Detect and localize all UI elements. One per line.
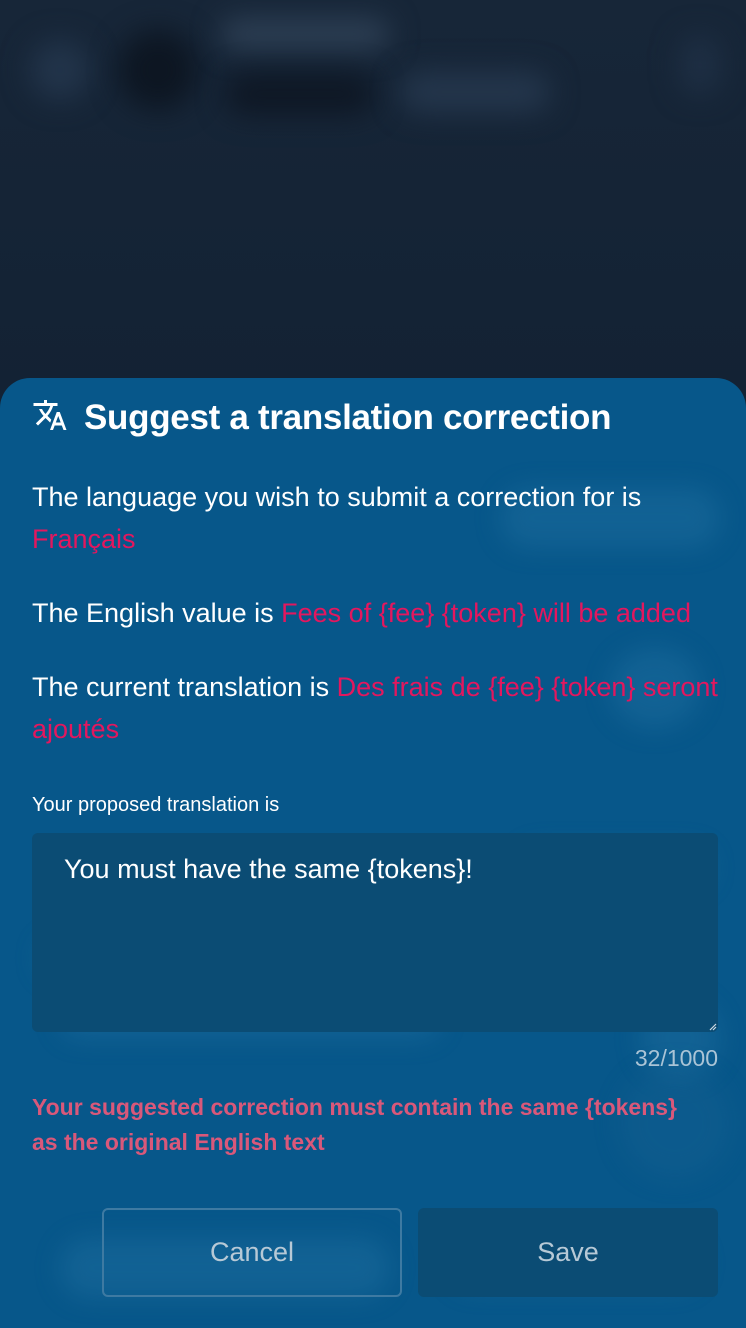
language-prefix: The language you wish to submit a correc… <box>32 482 642 512</box>
blurred-title <box>220 18 390 50</box>
blurred-badge <box>400 72 550 112</box>
blurred-badge <box>225 74 375 114</box>
translate-icon <box>33 400 67 430</box>
blurred-avatar <box>118 30 198 110</box>
current-translation-statement: The current translation is Des frais de … <box>32 666 722 750</box>
save-button[interactable]: Save <box>418 1208 718 1297</box>
save-button-label: Save <box>537 1237 599 1267</box>
proposed-translation-label: Your proposed translation is <box>32 794 280 816</box>
proposed-translation-input[interactable]: You must have the same {tokens}! <box>32 833 718 1032</box>
language-value: Français <box>32 524 136 554</box>
blurred-back-icon <box>30 40 90 100</box>
resize-handle-icon[interactable] <box>709 1023 717 1031</box>
english-value-statement: The English value is Fees of {fee} {toke… <box>32 592 722 634</box>
dialog-title: Suggest a translation correction <box>84 398 612 437</box>
validation-error-message: Your suggested correction must contain t… <box>32 1094 677 1155</box>
english-prefix: The English value is <box>32 598 274 628</box>
blurred-menu-icon <box>680 35 720 95</box>
translation-correction-sheet: Suggest a translation correction The lan… <box>0 378 746 1328</box>
dialog-header: Suggest a translation correction <box>32 394 611 442</box>
character-counter: 32/1000 <box>634 1045 718 1071</box>
english-value: Fees of {fee} {token} will be added <box>281 598 691 628</box>
language-statement: The language you wish to submit a correc… <box>32 476 722 560</box>
current-prefix: The current translation is <box>32 672 330 702</box>
cancel-button-label: Cancel <box>209 1237 295 1267</box>
cancel-button[interactable]: Cancel <box>102 1208 402 1297</box>
proposed-translation-text: You must have the same {tokens}! <box>64 854 473 884</box>
